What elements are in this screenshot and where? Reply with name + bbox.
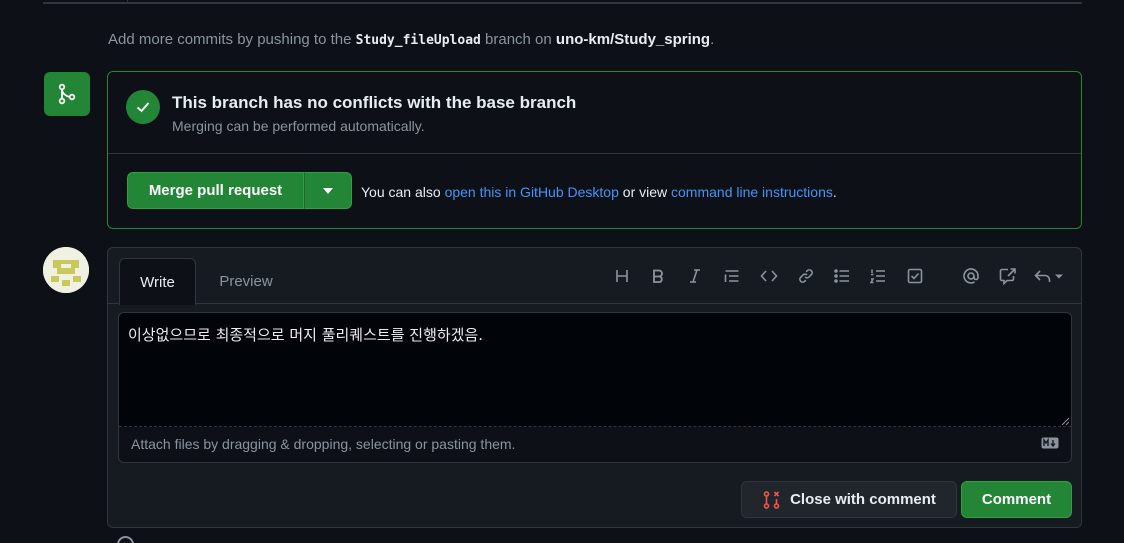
- branch-name: Study_fileUpload: [355, 33, 481, 48]
- quote-icon[interactable]: [720, 264, 744, 288]
- code-icon[interactable]: [757, 264, 781, 288]
- merge-button-group: Merge pull request: [127, 172, 352, 209]
- avatar[interactable]: [43, 247, 89, 293]
- alternative-merge-text: You can also open this in GitHub Desktop…: [361, 184, 837, 200]
- bulleted-list-icon[interactable]: [830, 264, 854, 288]
- merge-pull-request-button[interactable]: Merge pull request: [127, 172, 304, 209]
- merge-status-subtitle: Merging can be performed automatically.: [172, 118, 425, 134]
- open-desktop-link[interactable]: open this in GitHub Desktop: [445, 184, 619, 200]
- bold-icon[interactable]: [646, 264, 670, 288]
- link-icon[interactable]: [794, 264, 818, 288]
- pull-request-closed-icon: [763, 490, 780, 509]
- resize-handle-icon[interactable]: [1061, 417, 1069, 425]
- repo-name: uno-km/Study_spring: [555, 31, 711, 48]
- command-line-link[interactable]: command line instructions: [671, 184, 833, 200]
- tab-write[interactable]: Write: [119, 258, 196, 305]
- merge-status-title: This branch has no conflicts with the ba…: [172, 93, 577, 112]
- comment-submit-button[interactable]: Comment: [961, 481, 1072, 518]
- markdown-icon[interactable]: [1041, 437, 1059, 449]
- close-with-comment-button[interactable]: Close with comment: [741, 481, 957, 518]
- heading-icon[interactable]: [610, 264, 634, 288]
- cross-reference-icon[interactable]: [996, 264, 1020, 288]
- check-icon: [126, 90, 160, 124]
- caret-down-icon: [323, 187, 333, 194]
- timeline-marker-icon: [117, 536, 134, 543]
- reply-icon[interactable]: [1033, 264, 1065, 288]
- mention-icon[interactable]: [959, 264, 983, 288]
- task-list-icon[interactable]: [903, 264, 927, 288]
- push-hint: Add more commits by pushing to the Study…: [108, 31, 715, 48]
- merge-panel: This branch has no conflicts with the ba…: [107, 71, 1082, 229]
- git-merge-icon: [44, 72, 90, 116]
- timeline-divider: [43, 0, 1082, 4]
- comment-form: Write Preview 이상없으므로 최종적으로 머지 풀리퀘스트를 진행하…: [107, 247, 1082, 528]
- comment-textarea[interactable]: 이상없으므로 최종적으로 머지 풀리퀘스트를 진행하겠음.: [119, 313, 1071, 427]
- italic-icon[interactable]: [683, 264, 707, 288]
- attach-files-hint[interactable]: Attach files by dragging & dropping, sel…: [131, 436, 515, 452]
- tab-preview[interactable]: Preview: [211, 258, 281, 304]
- numbered-list-icon[interactable]: [866, 264, 890, 288]
- editor-tabs: Write Preview: [108, 248, 1081, 305]
- merge-options-dropdown[interactable]: [304, 172, 352, 209]
- comment-editor: 이상없으므로 최종적으로 머지 풀리퀘스트를 진행하겠음. Attach fil…: [118, 312, 1072, 463]
